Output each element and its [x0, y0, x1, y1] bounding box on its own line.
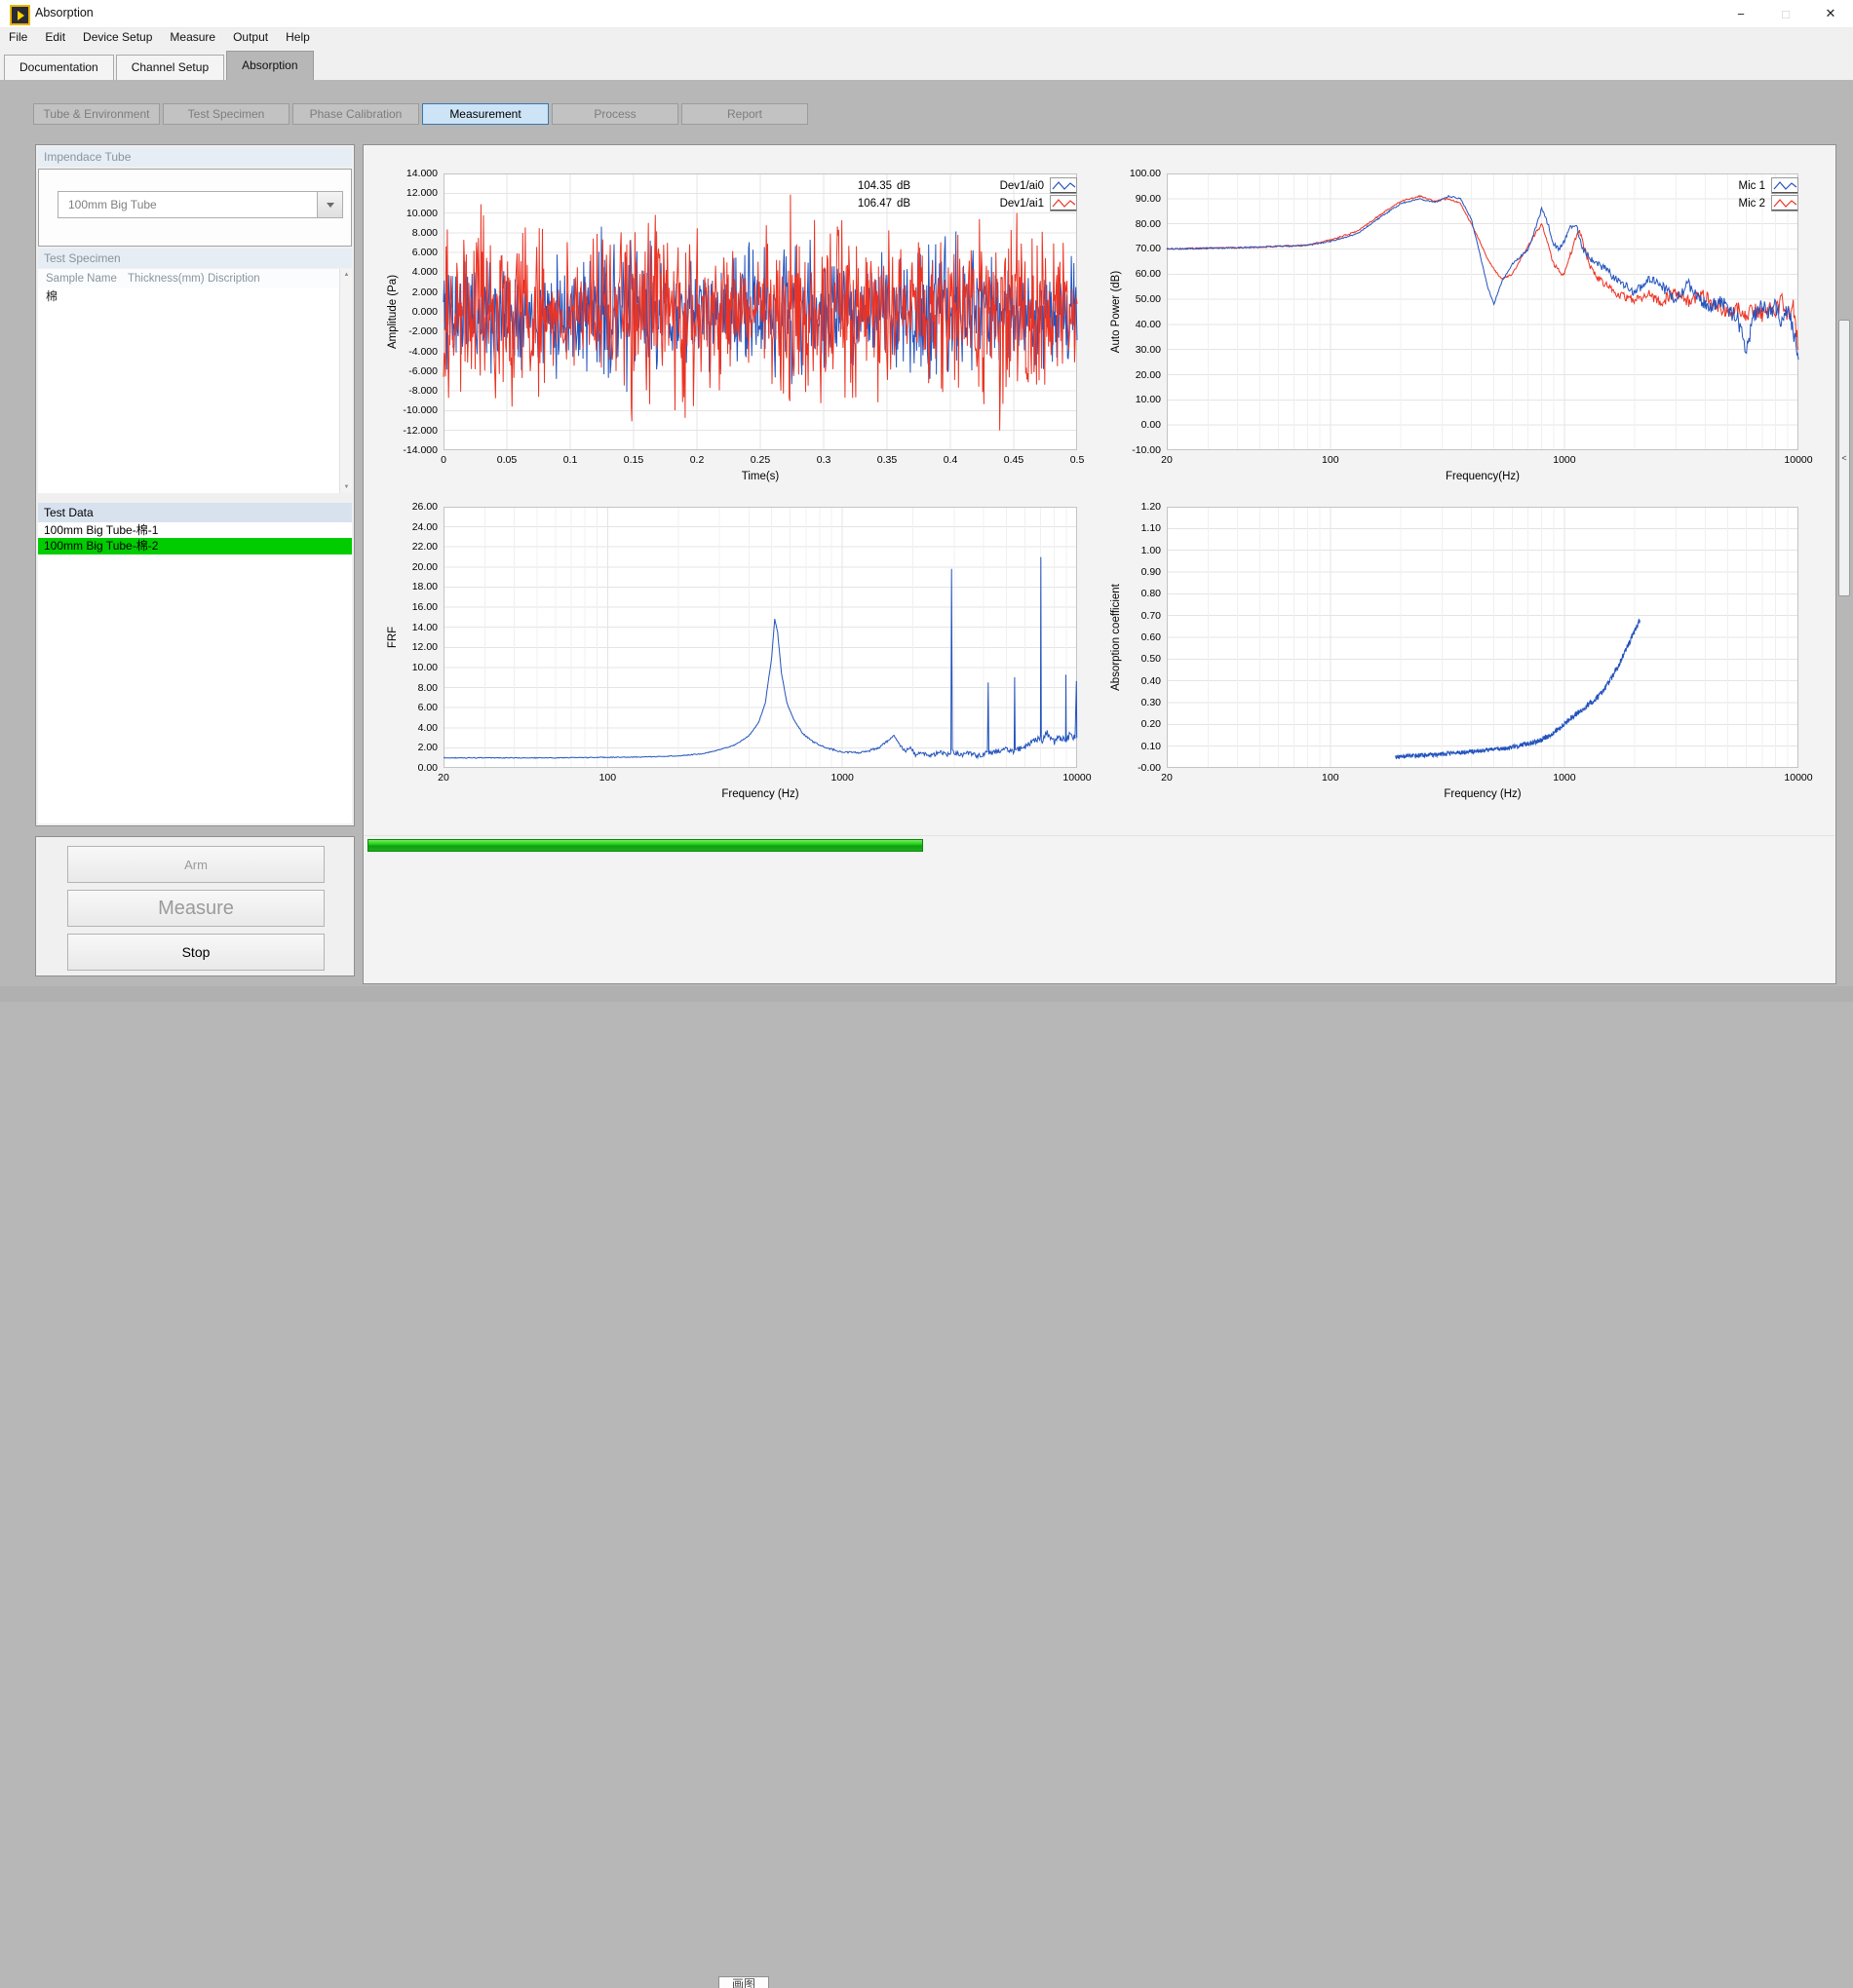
y-tick-label: 10.000 — [379, 208, 438, 219]
y-tick-label: -12.000 — [379, 425, 438, 437]
x-tick-label: 0.45 — [1004, 454, 1023, 466]
x-tick-label: 0.3 — [817, 454, 831, 466]
y-tick-label: 6.000 — [379, 247, 438, 258]
right-panel-expander[interactable]: < — [1838, 320, 1850, 596]
x-tick-label: 100 — [1322, 454, 1339, 466]
readout-unit: dB — [892, 198, 920, 210]
auto-chart — [1167, 173, 1798, 450]
y-tick-label: 4.00 — [379, 722, 438, 734]
x-tick-label: 0.15 — [624, 454, 643, 466]
channel-name: Dev1/ai0 — [920, 180, 1050, 192]
y-tick-label: 1.00 — [1102, 545, 1161, 556]
y-tick-label: 20.00 — [1102, 369, 1161, 381]
x-axis-label: Time(s) — [742, 471, 780, 482]
y-tick-label: 1.20 — [1102, 501, 1161, 513]
channel-readout: 106.47dBDev1/ai1 — [835, 195, 1077, 211]
y-tick-label: 16.00 — [379, 601, 438, 613]
tab-absorption[interactable]: Absorption — [226, 51, 313, 80]
y-tick-label: 0.30 — [1102, 697, 1161, 708]
y-tick-label: -6.000 — [379, 365, 438, 377]
legend-plot-icon — [1050, 195, 1077, 211]
x-tick-label: 20 — [1161, 454, 1173, 466]
partial-bottom-tab[interactable]: 画图 — [718, 1976, 769, 1988]
x-axis-label: Frequency(Hz) — [1446, 471, 1520, 482]
x-tick-label: 0.1 — [563, 454, 578, 466]
x-axis-label: Frequency (Hz) — [1444, 788, 1521, 800]
x-tick-label: 10000 — [1784, 772, 1812, 784]
x-tick-label: 10000 — [1062, 772, 1091, 784]
y-tick-label: 10.00 — [1102, 394, 1161, 405]
time-chart — [444, 173, 1077, 450]
x-tick-label: 0.35 — [877, 454, 897, 466]
y-tick-label: 1.10 — [1102, 522, 1161, 534]
legend-entry: Mic 2 — [1689, 195, 1798, 211]
y-tick-label: 8.000 — [379, 227, 438, 239]
y-tick-label: -14.000 — [379, 444, 438, 456]
charts-overlay: 14.00012.00010.0008.0006.0004.0002.0000.… — [0, 0, 1853, 1002]
y-tick-label: 0.10 — [1102, 741, 1161, 752]
bottom-strip: 画图 — [0, 986, 1853, 1002]
x-tick-label: 0.05 — [497, 454, 517, 466]
y-tick-label: 70.00 — [1102, 243, 1161, 254]
x-tick-label: 0.25 — [751, 454, 770, 466]
legend-plot-icon — [1771, 195, 1798, 211]
y-axis-label: Amplitude (Pa) — [387, 275, 399, 349]
y-tick-label: 0.00 — [1102, 419, 1161, 431]
readout-unit: dB — [892, 180, 920, 192]
channel-readout: 104.35dBDev1/ai0 — [835, 177, 1077, 194]
x-tick-label: 1000 — [1553, 454, 1575, 466]
x-tick-label: 20 — [1161, 772, 1173, 784]
y-axis-label: Absorption coefficient — [1110, 584, 1122, 691]
y-tick-label: 14.000 — [379, 168, 438, 179]
readout-value: 104.35 — [835, 180, 892, 192]
readout-value: 106.47 — [835, 198, 892, 210]
x-tick-label: 1000 — [830, 772, 853, 784]
y-tick-label: 12.000 — [379, 187, 438, 199]
y-tick-label: -8.000 — [379, 385, 438, 397]
x-axis-label: Frequency (Hz) — [721, 788, 798, 800]
x-tick-label: 0.2 — [690, 454, 705, 466]
y-tick-label: 26.00 — [379, 501, 438, 513]
legend-label: Mic 1 — [1689, 180, 1771, 192]
y-tick-label: 6.00 — [379, 702, 438, 713]
x-tick-label: 10000 — [1784, 454, 1812, 466]
y-tick-label: -0.00 — [1102, 762, 1161, 774]
y-tick-label: 80.00 — [1102, 218, 1161, 230]
y-tick-label: 0.90 — [1102, 566, 1161, 578]
legend-plot-icon — [1771, 177, 1798, 194]
y-tick-label: 2.00 — [379, 742, 438, 753]
x-tick-label: 100 — [1322, 772, 1339, 784]
x-tick-label: 0.4 — [944, 454, 958, 466]
x-tick-label: 20 — [438, 772, 449, 784]
channel-name: Dev1/ai1 — [920, 198, 1050, 210]
abs-chart — [1167, 507, 1798, 768]
y-axis-label: Auto Power (dB) — [1110, 271, 1122, 353]
y-tick-label: 22.00 — [379, 541, 438, 553]
legend-label: Mic 2 — [1689, 198, 1771, 210]
y-tick-label: 10.00 — [379, 662, 438, 673]
x-tick-label: 0 — [441, 454, 446, 466]
y-tick-label: -10.00 — [1102, 444, 1161, 456]
legend-entry: Mic 1 — [1689, 177, 1798, 194]
y-axis-label: FRF — [387, 627, 399, 648]
y-tick-label: 20.00 — [379, 561, 438, 573]
legend-plot-icon — [1050, 177, 1077, 194]
y-tick-label: 90.00 — [1102, 193, 1161, 205]
frf-chart — [444, 507, 1077, 768]
y-tick-label: 18.00 — [379, 581, 438, 593]
x-tick-label: 100 — [599, 772, 617, 784]
y-tick-label: 0.20 — [1102, 718, 1161, 730]
x-tick-label: 1000 — [1553, 772, 1575, 784]
y-tick-label: 24.00 — [379, 521, 438, 533]
y-tick-label: 100.00 — [1102, 168, 1161, 179]
x-tick-label: 0.5 — [1070, 454, 1085, 466]
y-tick-label: 8.00 — [379, 682, 438, 694]
y-tick-label: 0.00 — [379, 762, 438, 774]
y-tick-label: -10.000 — [379, 404, 438, 416]
